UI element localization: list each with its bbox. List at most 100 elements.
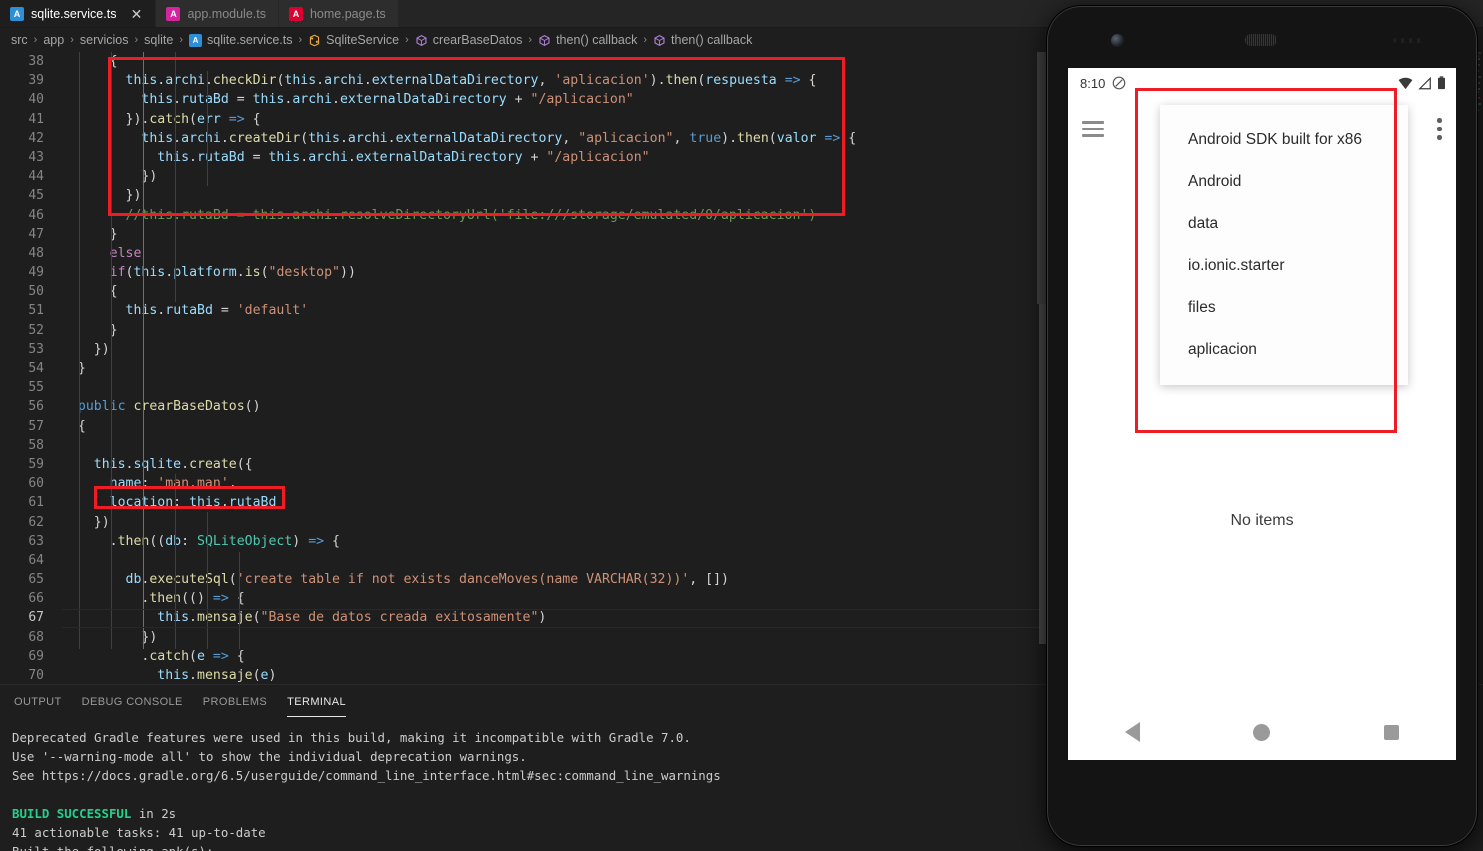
line-number: 51 — [28, 303, 44, 319]
earpiece-speaker-icon — [1245, 34, 1277, 46]
android-status-bar: 8:10 — [1068, 68, 1456, 98]
line-number: 48 — [28, 245, 44, 261]
angular-icon: A — [10, 6, 24, 21]
line-number: 40 — [28, 92, 44, 108]
breadcrumb-separator: › — [179, 34, 184, 46]
breadcrumb-item-app[interactable]: app — [42, 33, 65, 47]
editor-vertical-scrollbar[interactable] — [1037, 52, 1047, 304]
dropdown-item-android-sdk[interactable]: Android SDK built for x86 — [1160, 119, 1408, 161]
breadcrumb-item-then-callback-2[interactable]: then() callback — [652, 33, 753, 47]
dropdown-item-io-ionic-starter[interactable]: io.ionic.starter — [1160, 245, 1408, 287]
line-number: 56 — [28, 399, 44, 415]
line-number: 62 — [28, 514, 44, 530]
empty-state-label: No items — [1230, 512, 1294, 529]
breadcrumb-item-sqlite-service-ts[interactable]: A sqlite.service.ts — [188, 33, 293, 47]
indent-guide — [207, 512, 208, 649]
breadcrumb-separator: › — [528, 34, 533, 46]
close-icon[interactable]: ✕ — [129, 7, 143, 21]
phone-bezel-bottom — [1047, 760, 1477, 846]
line-number: 47 — [28, 226, 44, 242]
angular-icon: A — [288, 6, 303, 21]
tab-app-module-ts[interactable]: A app.module.ts — [156, 0, 279, 27]
indent-guide — [207, 71, 208, 186]
line-number: 68 — [28, 629, 44, 645]
line-number: 50 — [28, 284, 44, 300]
dropdown-item-aplicacion[interactable]: aplicacion — [1160, 329, 1408, 371]
breadcrumb-label: servicios — [79, 33, 129, 47]
phone-screen[interactable]: 8:10 Android SDK built for x86 Android d… — [1068, 68, 1456, 760]
breadcrumb-separator: › — [298, 34, 303, 46]
breadcrumb-item-src[interactable]: src — [10, 33, 29, 47]
line-number: 53 — [28, 341, 44, 357]
breadcrumb-separator: › — [33, 34, 38, 46]
android-emulator-window[interactable]: 8:10 Android SDK built for x86 Android d… — [1047, 6, 1477, 846]
front-camera-icon — [1111, 34, 1124, 47]
class-icon — [310, 34, 320, 46]
method-icon — [654, 34, 665, 46]
directory-dropdown-menu[interactable]: Android SDK built for x86 Android data i… — [1160, 105, 1408, 385]
breadcrumb-label: sqlite — [144, 33, 174, 47]
tab-label: sqlite.service.ts — [31, 6, 117, 21]
breadcrumb-item-sqlite[interactable]: sqlite — [143, 33, 174, 47]
indent-guide-active — [143, 52, 144, 649]
breadcrumb-label: app — [43, 33, 65, 47]
kebab-menu-icon[interactable] — [1437, 118, 1442, 140]
angular-icon: A — [166, 6, 181, 21]
line-number: 60 — [28, 476, 44, 492]
line-number: 43 — [28, 149, 44, 165]
line-number: 55 — [28, 380, 44, 396]
method-icon — [539, 34, 550, 46]
breadcrumb-separator: › — [134, 34, 139, 46]
tab-output[interactable]: OUTPUT — [14, 688, 62, 717]
status-bar-left: 8:10 — [1080, 76, 1126, 91]
line-number: 46 — [28, 207, 44, 223]
editor-overview-scrollbar[interactable] — [1039, 304, 1046, 644]
dropdown-item-android[interactable]: Android — [1160, 161, 1408, 203]
line-number: 52 — [28, 322, 44, 338]
back-button-icon[interactable] — [1124, 722, 1140, 742]
hamburger-menu-icon[interactable] — [1082, 121, 1104, 137]
recents-button-icon[interactable] — [1384, 724, 1400, 740]
breadcrumb-label: src — [11, 33, 28, 47]
tab-debug-console[interactable]: DEBUG CONSOLE — [82, 688, 183, 717]
tab-home-page-ts[interactable]: A home.page.ts — [278, 0, 399, 27]
breadcrumb-label: then() callback — [556, 33, 638, 47]
method-icon — [416, 34, 427, 46]
line-number: 63 — [28, 533, 44, 549]
breadcrumb-item-then-callback-1[interactable]: then() callback — [537, 33, 638, 47]
dropdown-item-files[interactable]: files — [1160, 287, 1408, 329]
line-number: 49 — [28, 265, 44, 281]
tab-terminal[interactable]: TERMINAL — [287, 688, 346, 717]
breadcrumb-separator: › — [70, 34, 74, 46]
line-number: 69 — [28, 648, 44, 664]
indent-guide — [111, 52, 112, 649]
indent-guide — [175, 52, 176, 302]
line-number: 42 — [28, 130, 44, 146]
wifi-icon — [1398, 77, 1413, 89]
line-number: 57 — [28, 418, 44, 434]
dropdown-item-data[interactable]: data — [1160, 203, 1408, 245]
breadcrumb-label: sqlite.service.ts — [207, 33, 293, 47]
line-number: 58 — [28, 437, 44, 453]
tab-problems[interactable]: PROBLEMS — [203, 688, 267, 717]
line-number: 67 — [28, 610, 44, 626]
line-number-gutter: 38 39 40 41 42 43 44 45 46 47 48 49 50 51 52 53 54 55 56 57… — [0, 52, 62, 682]
line-number: 70 — [28, 668, 44, 682]
breadcrumb-item-servicios[interactable]: servicios — [79, 33, 130, 47]
tab-sqlite-service-ts[interactable]: A sqlite.service.ts ✕ — [0, 0, 157, 27]
line-number: 59 — [28, 456, 44, 472]
angular-file-icon: A — [189, 33, 203, 47]
indent-guide — [79, 52, 80, 649]
line-number: 65 — [28, 572, 44, 588]
phone-bezel-top — [1047, 6, 1477, 68]
line-number: 39 — [28, 73, 44, 89]
breadcrumb-separator: › — [405, 34, 409, 46]
breadcrumb-item-sqliteservice[interactable]: SqliteService — [307, 33, 400, 47]
breadcrumb-label: crearBaseDatos — [432, 33, 523, 47]
breadcrumb-item-crearbasedatos[interactable]: crearBaseDatos — [414, 33, 524, 47]
home-button-icon[interactable] — [1253, 723, 1271, 741]
breadcrumb-separator: › — [643, 34, 648, 46]
battery-icon — [1438, 76, 1445, 90]
line-number: 38 — [28, 54, 44, 69]
status-bar-right — [1398, 76, 1446, 90]
